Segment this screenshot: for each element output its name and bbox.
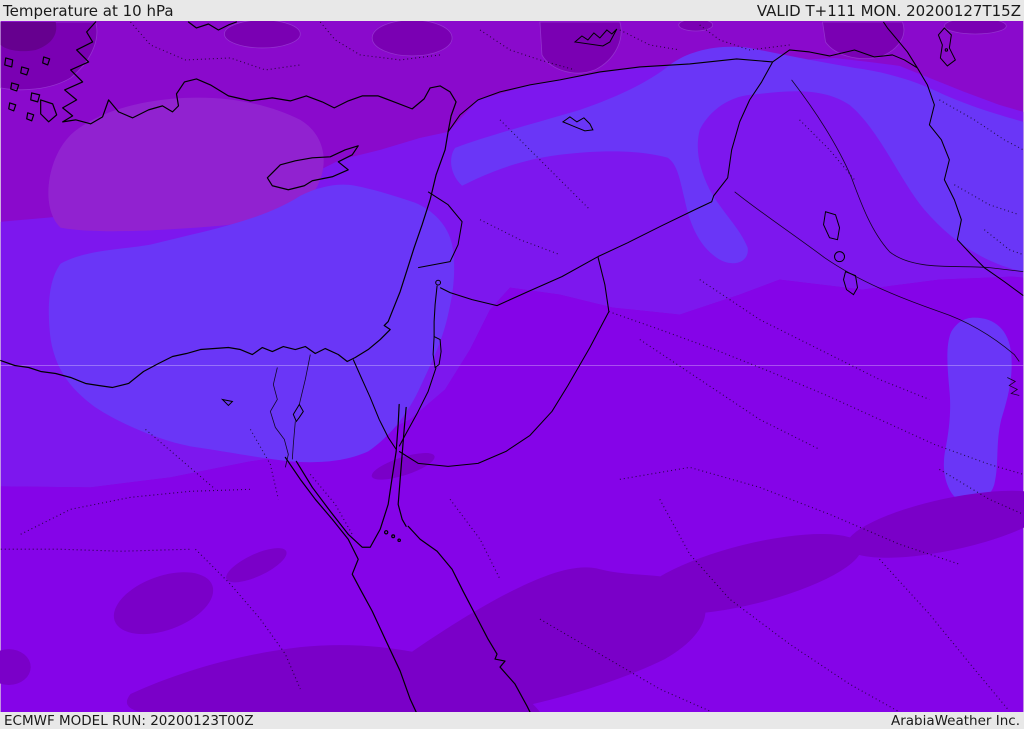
band-top-dark-blob xyxy=(678,21,714,32)
weather-map-app: Temperature at 10 hPa VALID T+111 MON. 2… xyxy=(0,0,1024,729)
band-top-dark-blob xyxy=(371,21,453,57)
footer-bar: ECMWF MODEL RUN: 20200123T00Z ArabiaWeat… xyxy=(0,712,1024,729)
map-canvas xyxy=(0,21,1024,712)
temperature-map-svg xyxy=(0,21,1024,712)
map-title: Temperature at 10 hPa xyxy=(3,1,174,20)
band-top-dark-blob xyxy=(224,21,301,49)
valid-time-label: VALID T+111 MON. 20200127T15Z xyxy=(756,1,1021,20)
band-top-dark-blob xyxy=(943,21,1007,35)
model-run-label: ECMWF MODEL RUN: 20200123T00Z xyxy=(4,712,254,729)
brand-label: ArabiaWeather Inc. xyxy=(890,712,1020,729)
header-bar: Temperature at 10 hPa VALID T+111 MON. 2… xyxy=(0,0,1024,21)
